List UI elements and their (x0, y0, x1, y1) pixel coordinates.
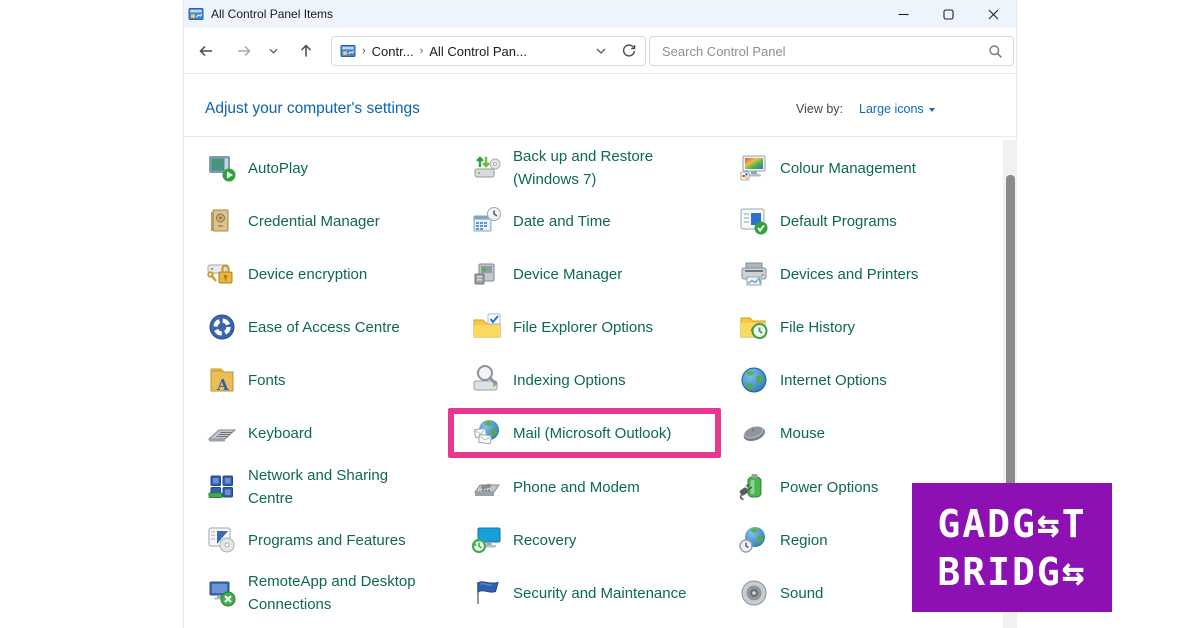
file-explorer-options-icon (471, 311, 503, 343)
remoteapp-icon (206, 577, 238, 609)
mail-icon (471, 417, 503, 449)
control-panel-item-sound[interactable]: Sound (738, 577, 823, 609)
mouse-icon (738, 417, 770, 449)
control-panel-item-file-explorer-options[interactable]: File Explorer Options (471, 311, 653, 343)
default-programs-icon (738, 205, 770, 237)
item-label: AutoPlay (248, 159, 309, 177)
control-panel-item-network-sharing[interactable]: Network and Sharing Centre (206, 464, 423, 510)
backup-restore-icon (471, 152, 503, 184)
sound-icon (738, 577, 770, 609)
control-panel-item-date-time[interactable]: Date and Time (471, 205, 611, 237)
control-panel-item-indexing-options[interactable]: Indexing Options (471, 364, 626, 396)
item-label: Mouse (780, 424, 826, 442)
item-label: Date and Time (513, 212, 611, 230)
keyboard-icon (206, 417, 238, 449)
control-panel-item-programs-features[interactable]: Programs and Features (206, 524, 406, 556)
control-panel-item-device-encryption[interactable]: Device encryption (206, 258, 367, 290)
control-panel-item-file-history[interactable]: File History (738, 311, 855, 343)
control-panel-items-grid: AutoPlay Back up and Restore (Windows 7) C… (184, 0, 1016, 628)
control-panel-item-default-programs[interactable]: Default Programs (738, 205, 897, 237)
item-label: Keyboard (248, 424, 313, 442)
control-panel-item-recovery[interactable]: Recovery (471, 524, 576, 556)
item-label: Ease of Access Centre (248, 318, 400, 336)
power-options-icon (738, 471, 770, 503)
logo-line-2: BRIDG⇆ (937, 549, 1087, 594)
date-time-icon (471, 205, 503, 237)
phone-modem-icon (471, 471, 503, 503)
item-label: Device Manager (513, 265, 623, 283)
control-panel-item-power-options[interactable]: Power Options (738, 471, 878, 503)
control-panel-item-keyboard[interactable]: Keyboard (206, 417, 312, 449)
programs-features-icon (206, 524, 238, 556)
device-manager-icon (471, 258, 503, 290)
indexing-options-icon (471, 364, 503, 396)
internet-options-icon (738, 364, 770, 396)
item-label: RemoteApp and Desktop Connections (248, 573, 416, 613)
control-panel-item-security-maintenance[interactable]: Security and Maintenance (471, 577, 686, 609)
item-label: Devices and Printers (780, 265, 919, 283)
ease-of-access-icon (206, 311, 238, 343)
recovery-icon (471, 524, 503, 556)
control-panel-item-backup-restore[interactable]: Back up and Restore (Windows 7) (471, 145, 718, 191)
control-panel-item-credential-manager[interactable]: Credential Manager (206, 205, 380, 237)
item-label: File History (780, 318, 856, 336)
control-panel-item-devices-printers[interactable]: Devices and Printers (738, 258, 918, 290)
item-label: File Explorer Options (513, 318, 654, 336)
control-panel-window: All Control Panel Items › Contr... › All… (183, 0, 1017, 628)
colour-management-icon (738, 152, 770, 184)
device-encryption-icon (206, 258, 238, 290)
control-panel-item-remoteapp[interactable]: RemoteApp and Desktop Connections (206, 570, 423, 616)
control-panel-item-device-manager[interactable]: Device Manager (471, 258, 622, 290)
item-label: Internet Options (780, 371, 887, 389)
control-panel-item-colour-management[interactable]: Colour Management (738, 152, 916, 184)
control-panel-item-phone-modem[interactable]: Phone and Modem (471, 471, 640, 503)
control-panel-item-mail[interactable]: Mail (Microsoft Outlook) (471, 417, 671, 449)
control-panel-item-autoplay[interactable]: AutoPlay (206, 152, 308, 184)
control-panel-item-ease-of-access[interactable]: Ease of Access Centre (206, 311, 400, 343)
item-label: Device encryption (248, 265, 368, 283)
item-label: Sound (780, 584, 824, 602)
item-label: Power Options (780, 478, 879, 496)
gadget-bridge-logo: GADG⇆T BRIDG⇆ (912, 483, 1112, 612)
security-maintenance-icon (471, 577, 503, 609)
control-panel-item-fonts[interactable]: A Fonts (206, 364, 286, 396)
screenshot-canvas: All Control Panel Items › Contr... › All… (0, 0, 1200, 628)
network-sharing-icon (206, 471, 238, 503)
item-label: Colour Management (780, 159, 916, 177)
item-label: Back up and Restore (Windows 7) (513, 148, 654, 188)
item-label: Credential Manager (248, 212, 380, 230)
item-label: Default Programs (780, 212, 897, 230)
devices-printers-icon (738, 258, 770, 290)
logo-line-1: GADG⇆T (937, 501, 1087, 546)
file-history-icon (738, 311, 770, 343)
control-panel-item-region[interactable]: Region (738, 524, 828, 556)
credential-manager-icon (206, 205, 238, 237)
autoplay-icon (206, 152, 238, 184)
item-label: Indexing Options (513, 371, 626, 389)
item-label: Programs and Features (248, 531, 406, 549)
control-panel-item-mouse[interactable]: Mouse (738, 417, 825, 449)
svg-text:A: A (216, 376, 229, 394)
item-label: Network and Sharing Centre (248, 467, 389, 507)
item-label: Recovery (513, 531, 577, 549)
item-label: Mail (Microsoft Outlook) (513, 424, 672, 442)
region-icon (738, 524, 770, 556)
item-label: Phone and Modem (513, 478, 640, 496)
item-label: Region (780, 531, 828, 549)
control-panel-item-internet-options[interactable]: Internet Options (738, 364, 887, 396)
fonts-icon: A (206, 364, 238, 396)
item-label: Fonts (248, 371, 286, 389)
item-label: Security and Maintenance (513, 584, 687, 602)
